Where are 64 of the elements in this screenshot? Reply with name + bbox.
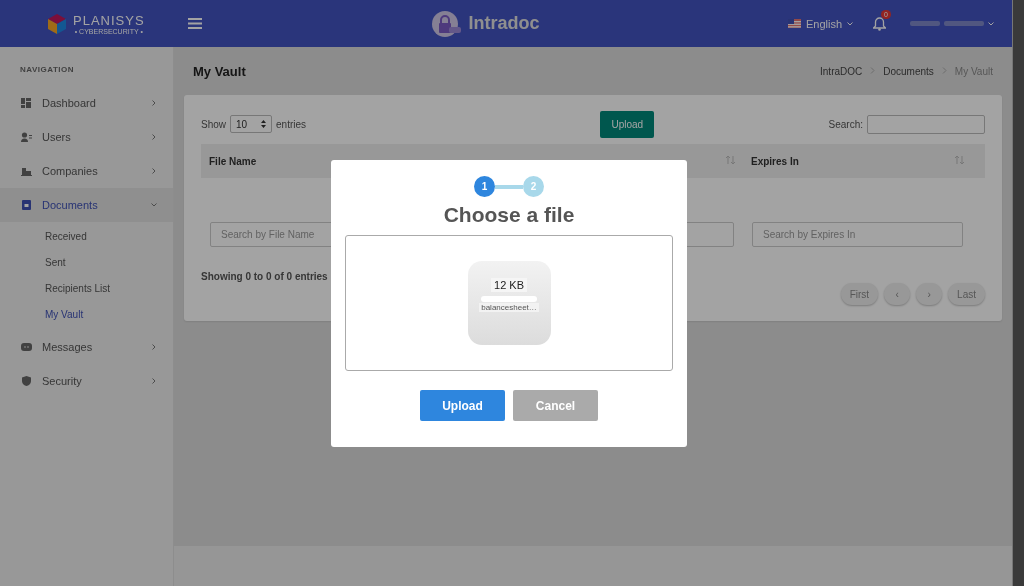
chevron-right-icon xyxy=(151,344,157,350)
shield-icon xyxy=(21,376,32,386)
search-field[interactable] xyxy=(867,114,985,134)
search-label: Search: xyxy=(828,118,863,130)
user-list-icon xyxy=(21,132,32,142)
label-background xyxy=(481,296,537,302)
app-name: Intradoc xyxy=(468,13,540,34)
nav-heading: NAVIGATION xyxy=(19,65,76,76)
chevron-right-icon xyxy=(151,134,157,140)
lock-logo-icon xyxy=(430,9,463,38)
cube-logo-icon xyxy=(47,12,67,35)
chevron-right-icon xyxy=(151,100,157,106)
nav-item[interactable]: Messages xyxy=(0,330,173,364)
nav-subitem[interactable]: My Vault xyxy=(0,302,173,328)
chevron-down-icon xyxy=(151,202,157,208)
page-title: My Vault xyxy=(193,63,246,79)
upload-button[interactable]: Upload xyxy=(600,110,655,138)
user-menu[interactable] xyxy=(910,21,994,26)
sort-icon[interactable] xyxy=(726,156,735,164)
step-indicator: 1 xyxy=(474,176,495,197)
brand-name: PLANISYS xyxy=(73,12,145,28)
pagination-button[interactable]: › xyxy=(916,283,943,305)
chevron-down-icon xyxy=(988,21,994,26)
chevron-right-icon xyxy=(151,168,157,174)
entries-info: Showing 0 to 0 of 0 entries xyxy=(201,271,328,284)
bell-icon[interactable] xyxy=(873,16,886,31)
dialog-title: Choose a file xyxy=(443,203,575,227)
drop-zone[interactable]: 12 KB balancesheet… xyxy=(345,235,673,371)
file-name: balancesheet… xyxy=(479,303,539,312)
nav-item[interactable]: Users xyxy=(0,120,173,154)
step-indicator: 2 xyxy=(523,176,544,197)
menu-icon[interactable] xyxy=(188,18,202,29)
document-icon xyxy=(21,200,32,210)
pagination-button[interactable]: Last xyxy=(948,283,985,305)
show-label: Show xyxy=(201,118,226,130)
page-length-select[interactable]: 10 xyxy=(230,115,272,133)
nav-item[interactable]: Companies xyxy=(0,154,173,188)
nav-subitem[interactable]: Received xyxy=(0,224,173,250)
chevron-right-icon xyxy=(151,378,157,384)
nav-subitem[interactable]: Recipients List xyxy=(0,276,173,302)
chevron-down-icon xyxy=(847,21,853,26)
flag-icon xyxy=(787,19,801,28)
sort-icon xyxy=(261,120,266,128)
filter-field[interactable]: Search by Expires In xyxy=(752,222,963,247)
nav-item[interactable]: Security xyxy=(0,364,173,398)
language-selector[interactable]: English xyxy=(787,17,853,30)
entries-label: entries xyxy=(276,118,307,130)
nav-item[interactable]: Dashboard xyxy=(0,86,173,120)
nav-item[interactable]: Documents xyxy=(0,188,173,222)
sort-icon[interactable] xyxy=(955,156,964,164)
grid-icon xyxy=(21,98,32,108)
column-header[interactable]: Expires In xyxy=(751,155,799,167)
file-preview[interactable]: 12 KB balancesheet… xyxy=(467,261,551,345)
file-size: 12 KB xyxy=(491,278,527,292)
pagination-button[interactable]: First xyxy=(840,283,879,305)
pagination-button[interactable]: ‹ xyxy=(884,283,911,305)
chat-icon xyxy=(21,342,32,352)
nav-subitem[interactable]: Sent xyxy=(0,250,173,276)
buildings-icon xyxy=(21,166,32,176)
cancel-button[interactable]: Cancel xyxy=(513,390,598,421)
upload-button[interactable]: Upload xyxy=(420,390,505,421)
breadcrumb-link[interactable]: IntraDOC xyxy=(820,65,863,77)
breadcrumb-link[interactable]: Documents xyxy=(883,65,934,77)
column-header[interactable]: File Name xyxy=(209,155,257,167)
